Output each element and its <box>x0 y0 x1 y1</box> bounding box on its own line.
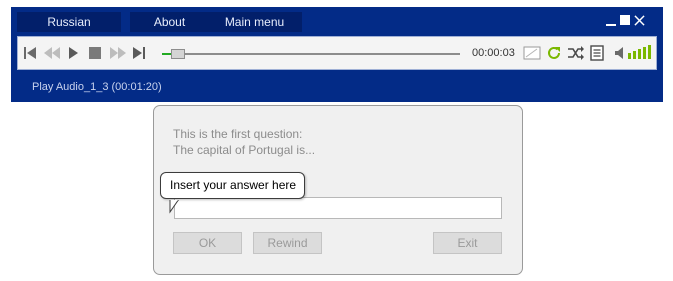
player-toolbar: 00:00:03 <box>17 36 657 70</box>
answer-tooltip: Insert your answer here <box>160 172 305 199</box>
skip-start-icon[interactable] <box>23 45 37 61</box>
time-display: 00:00:03 <box>472 47 515 59</box>
repeat-icon[interactable] <box>546 45 562 61</box>
volume-level[interactable] <box>628 45 654 61</box>
skip-end-icon[interactable] <box>132 45 146 61</box>
question-line-1: This is the first question: <box>173 127 303 141</box>
seek-handle[interactable] <box>171 49 185 59</box>
question-panel: This is the first question: The capital … <box>153 105 523 275</box>
language-menu[interactable]: Russian <box>17 12 121 32</box>
minimize-icon[interactable] <box>606 15 617 26</box>
maximize-icon[interactable] <box>620 15 630 25</box>
now-playing-status: Play Audio_1_3 (00:01:20) <box>32 81 162 93</box>
speaker-icon[interactable] <box>614 45 626 61</box>
exit-button[interactable]: Exit <box>433 232 502 254</box>
stop-icon[interactable] <box>88 45 102 61</box>
question-line-2: The capital of Portugal is... <box>173 143 316 157</box>
question-text: This is the first question: The capital … <box>173 126 315 158</box>
seek-track[interactable] <box>162 53 460 55</box>
main-menu[interactable]: Main menu <box>207 12 302 32</box>
ok-button[interactable]: OK <box>173 232 242 254</box>
close-icon[interactable] <box>634 15 645 26</box>
picture-icon[interactable] <box>523 45 541 61</box>
answer-input[interactable] <box>174 197 502 219</box>
about-menu[interactable]: About <box>130 12 209 32</box>
tooltip-pointer <box>169 200 179 214</box>
rewind-button[interactable]: Rewind <box>253 232 322 254</box>
play-icon[interactable] <box>67 45 79 61</box>
shuffle-icon[interactable] <box>567 45 585 61</box>
audio-player-window: Russian About Main menu 00:00:03 Play Au… <box>11 7 663 102</box>
rewind-icon[interactable] <box>43 45 61 61</box>
playlist-icon[interactable] <box>590 45 604 61</box>
fast-forward-icon[interactable] <box>109 45 127 61</box>
